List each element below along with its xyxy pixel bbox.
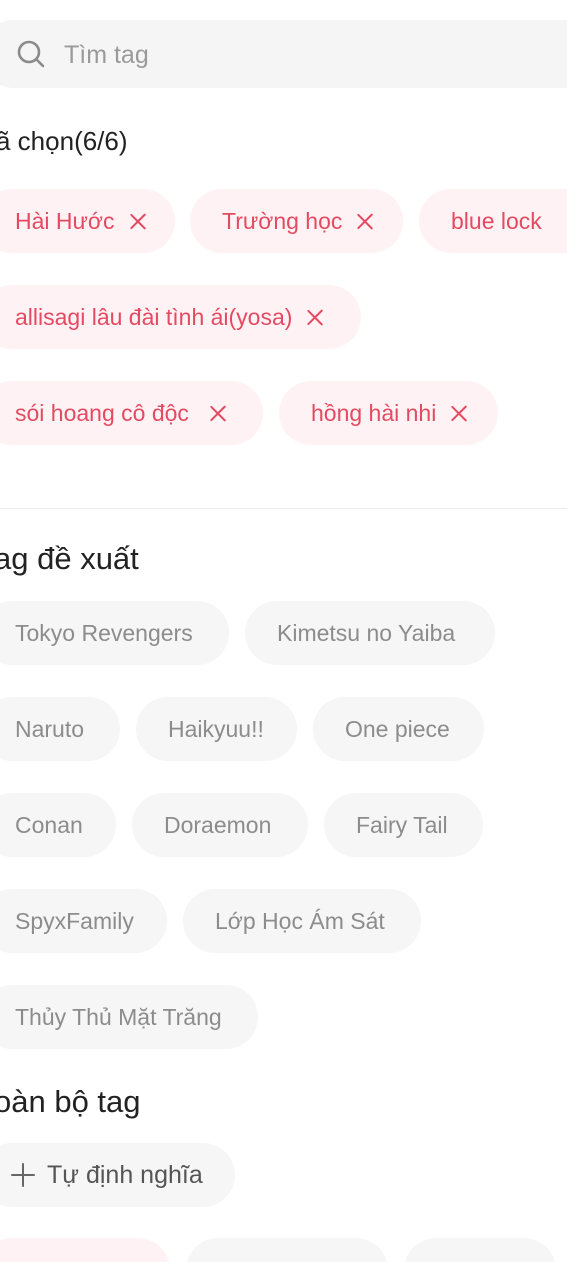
suggested-tag-label: Fairy Tail [356,811,448,838]
suggested-tag-chip[interactable]: Haikyuu!! [136,697,297,761]
suggested-tag-chip[interactable]: Lớp Học Ám Sát [183,889,421,953]
selected-tag-label: Trường học [222,207,343,234]
suggested-tag-label: Tokyo Revengers [15,619,193,646]
selected-tag-chip[interactable]: Hài Hước [0,189,175,253]
suggested-tag-label: Naruto [15,715,85,742]
selected-section-title: ã chọn(6/6) [0,126,128,156]
selected-tag-label: Hài Hước [15,207,115,234]
selected-tag-label: hồng hài nhi [311,399,437,426]
selected-tag-chip[interactable]: blue lock [419,189,567,253]
all-tags-section-title: oàn bộ tag [0,1084,141,1119]
suggested-tag-label: One piece [345,715,450,742]
selected-tag-label: allisagi lâu đài tình ái(yosa) [15,303,293,330]
remove-tag-icon[interactable] [306,308,324,326]
suggested-tag-label: SpyxFamily [15,907,134,934]
remove-tag-icon[interactable] [209,404,227,422]
suggested-tag-label: Kimetsu no Yaiba [277,619,456,646]
selected-tag-chip[interactable]: hồng hài nhi [279,381,498,445]
tag-chip-partial[interactable] [186,1238,388,1262]
selected-tag-chip[interactable]: allisagi lâu đài tình ái(yosa) [0,285,361,349]
suggested-tag-chip[interactable]: Thủy Thủ Mặt Trăng [0,985,258,1049]
tag-chip-partial[interactable] [404,1238,556,1262]
suggested-tag-chip[interactable]: Naruto [0,697,120,761]
remove-tag-icon[interactable] [356,212,374,230]
selected-tag-chip[interactable]: Trường học [190,189,403,253]
selected-tag-label: blue lock [451,207,542,234]
suggested-tag-label: Conan [15,811,83,838]
remove-tag-icon[interactable] [129,212,147,230]
suggested-section-title: ag đề xuất [0,541,139,576]
suggested-tag-chip[interactable]: Kimetsu no Yaiba [245,601,495,665]
suggested-tag-label: Doraemon [164,811,272,838]
remove-tag-icon[interactable] [450,404,468,422]
suggested-tag-chip[interactable]: One piece [313,697,484,761]
search-input-placeholder[interactable]: Tìm tag [64,40,149,70]
plus-icon [11,1163,35,1187]
selected-tag-chip[interactable]: sói hoang cô độc [0,381,263,445]
suggested-tag-chip[interactable]: SpyxFamily [0,889,167,953]
suggested-tag-label: Haikyuu!! [168,715,264,742]
suggested-tag-chip[interactable]: Conan [0,793,116,857]
tag-picker-screen: Tìm tag ã chọn(6/6) Hài Hước Trường học … [0,0,567,1262]
suggested-tag-chip[interactable]: Doraemon [132,793,308,857]
custom-tag-button[interactable]: Tự định nghĩa [0,1143,235,1207]
suggested-tag-chip[interactable]: Fairy Tail [324,793,483,857]
suggested-tag-label: Thủy Thủ Mặt Trăng [15,1003,222,1030]
suggested-tag-label: Lớp Học Ám Sát [215,907,385,934]
suggested-tag-chip[interactable]: Tokyo Revengers [0,601,229,665]
custom-tag-label: Tự định nghĩa [47,1160,203,1189]
search-icon [17,40,45,68]
tag-chip-partial[interactable] [0,1238,170,1262]
section-divider [0,508,567,509]
selected-tag-label: sói hoang cô độc [15,399,189,426]
search-bar[interactable]: Tìm tag [0,20,567,88]
